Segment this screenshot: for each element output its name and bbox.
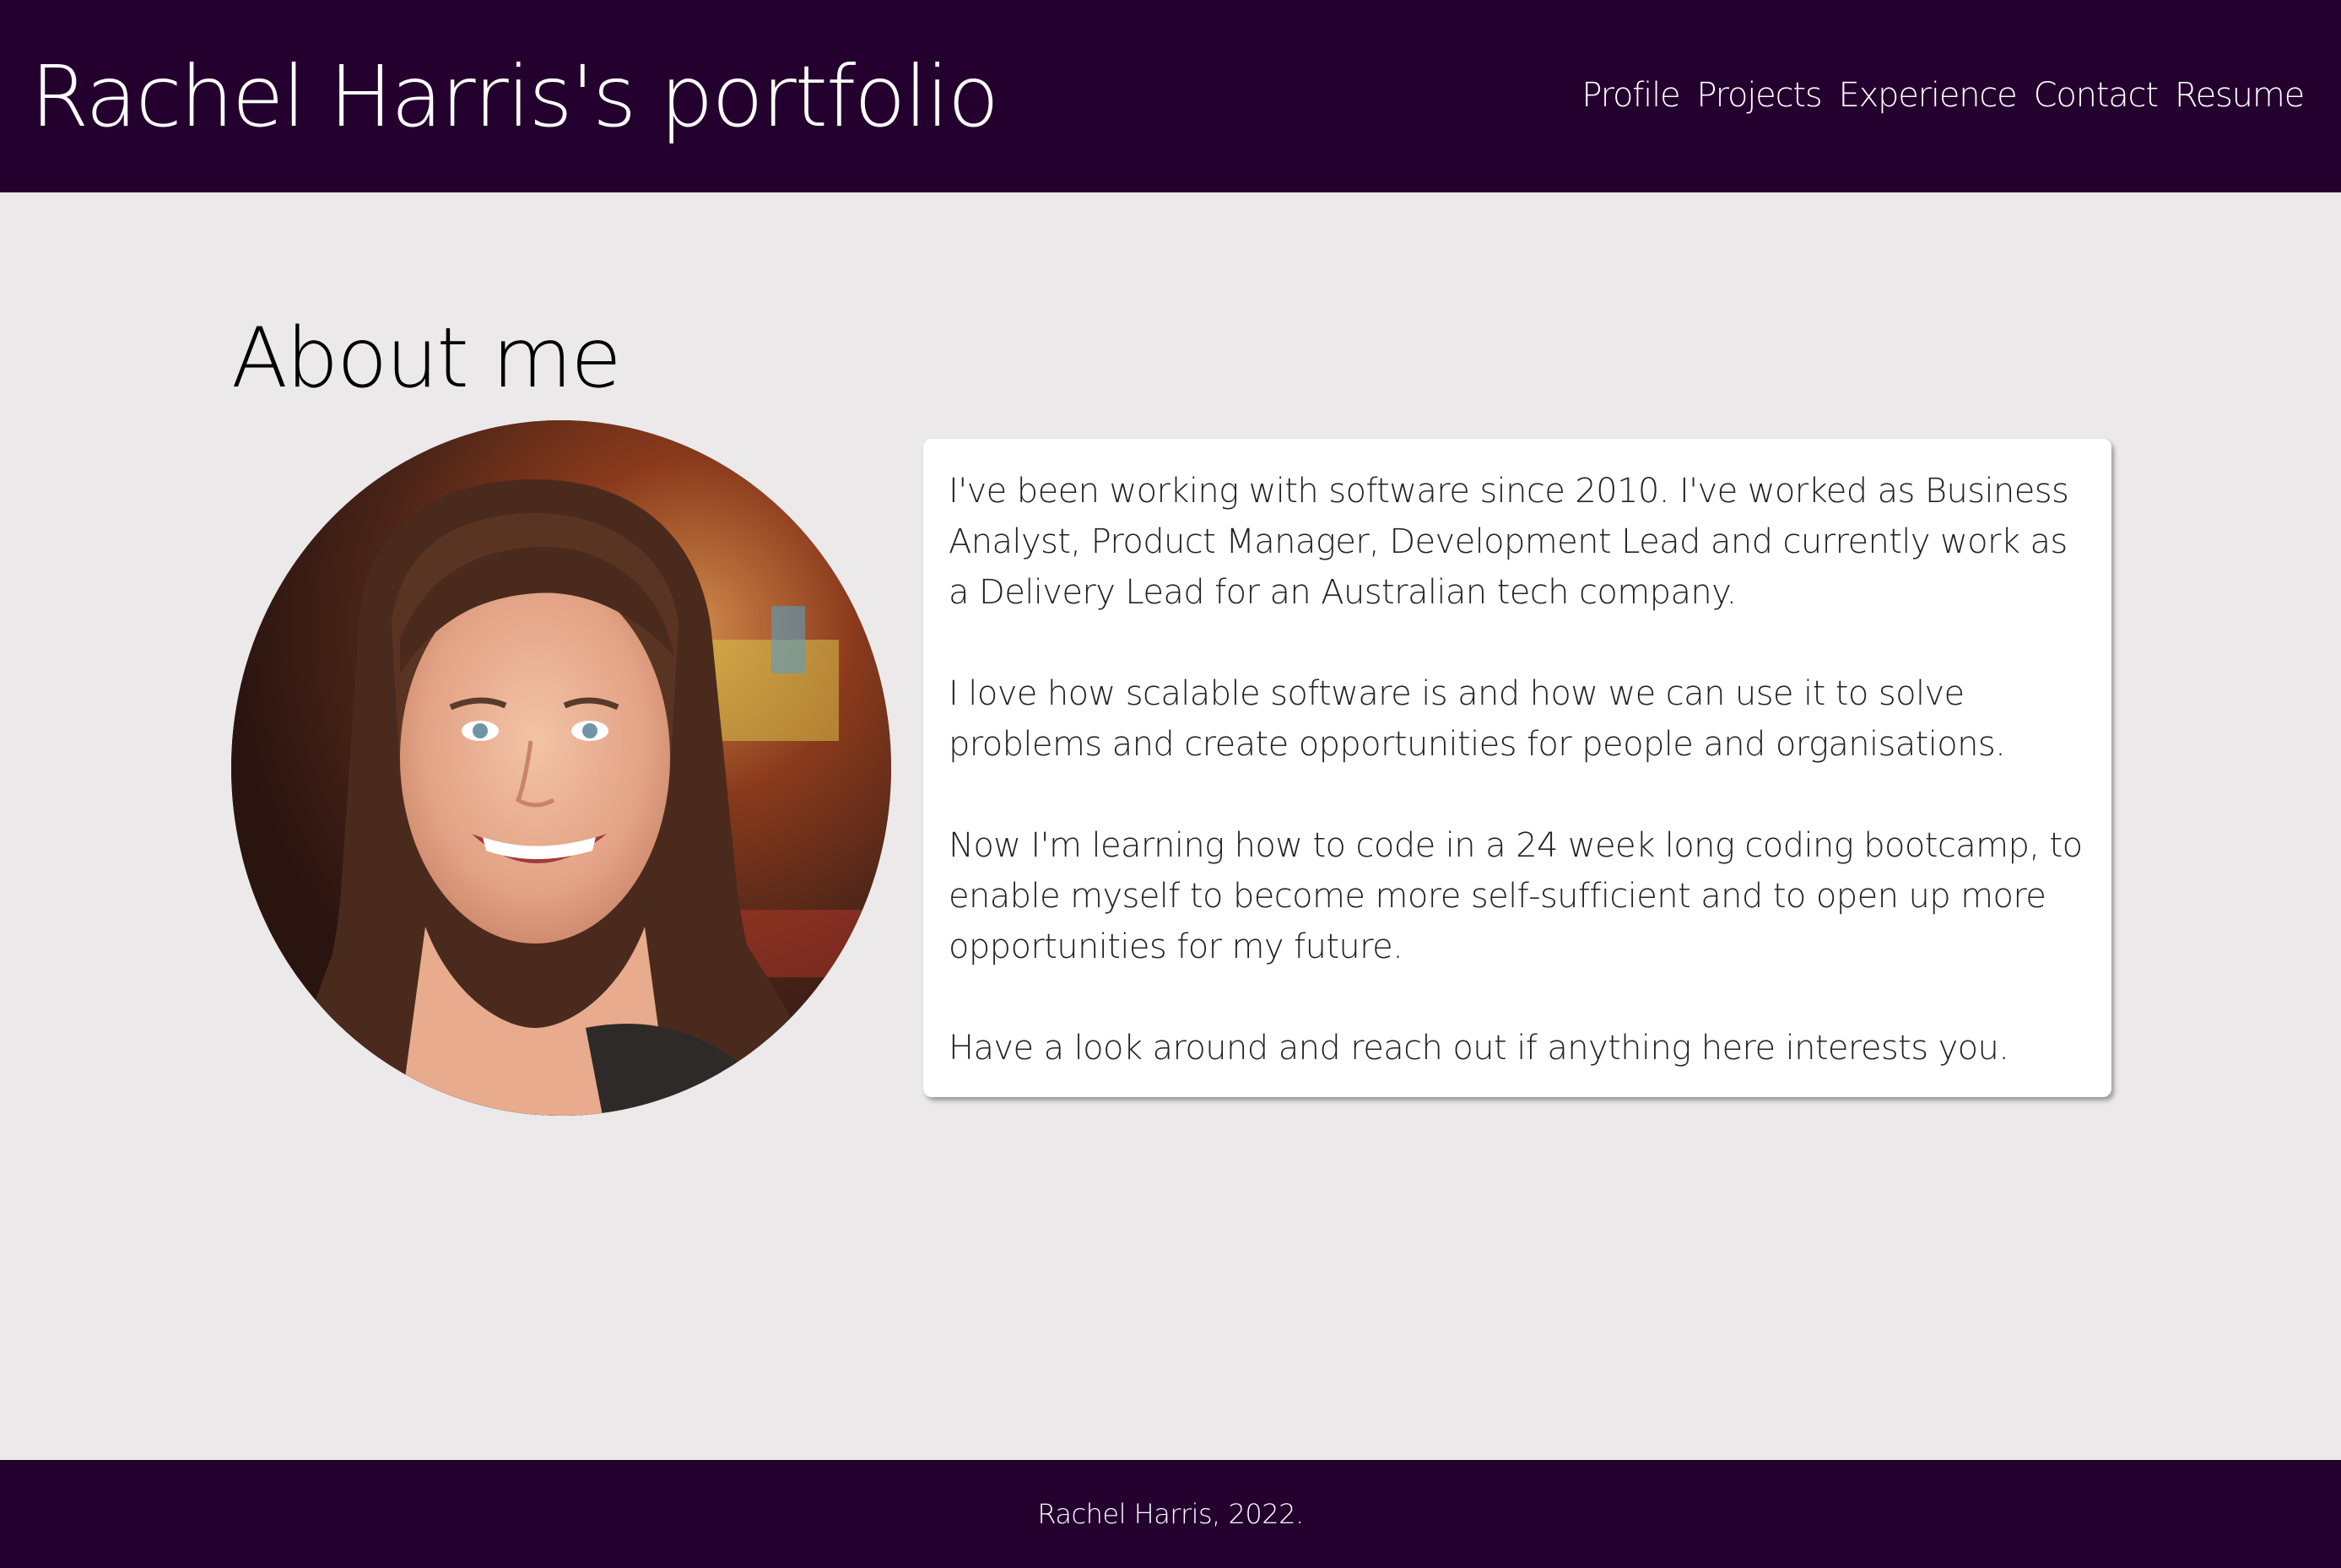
- about-paragraph: Now I'm learning how to code in a 24 wee…: [949, 826, 2083, 966]
- footer-copyright: Rachel Harris, 2022.: [1037, 1498, 1304, 1530]
- site-title: Rachel Harris's portfolio: [30, 46, 999, 146]
- profile-photo-illustration: [231, 420, 891, 1116]
- site-footer: Rachel Harris, 2022.: [0, 1460, 2341, 1568]
- about-card: I've been working with software since 20…: [923, 439, 2111, 1097]
- nav-link-projects[interactable]: Projects: [1696, 76, 1822, 115]
- about-paragraph: Have a look around and reach out if anyt…: [949, 1029, 2009, 1068]
- nav-link-resume[interactable]: Resume: [2175, 76, 2305, 115]
- main-nav: Profile Projects Experience Contact Resu…: [1581, 0, 2305, 192]
- about-paragraph: I've been working with software since 20…: [949, 472, 2069, 612]
- nav-link-experience[interactable]: Experience: [1839, 76, 2018, 115]
- page: Rachel Harris's portfolio Profile Projec…: [0, 0, 2341, 1568]
- site-header: Rachel Harris's portfolio Profile Projec…: [0, 0, 2341, 192]
- nav-link-contact[interactable]: Contact: [2034, 76, 2159, 115]
- about-paragraph: I love how scalable software is and how …: [949, 674, 2006, 764]
- nav-link-profile[interactable]: Profile: [1581, 76, 1680, 115]
- profile-photo: [231, 420, 891, 1116]
- about-heading: About me: [231, 311, 622, 407]
